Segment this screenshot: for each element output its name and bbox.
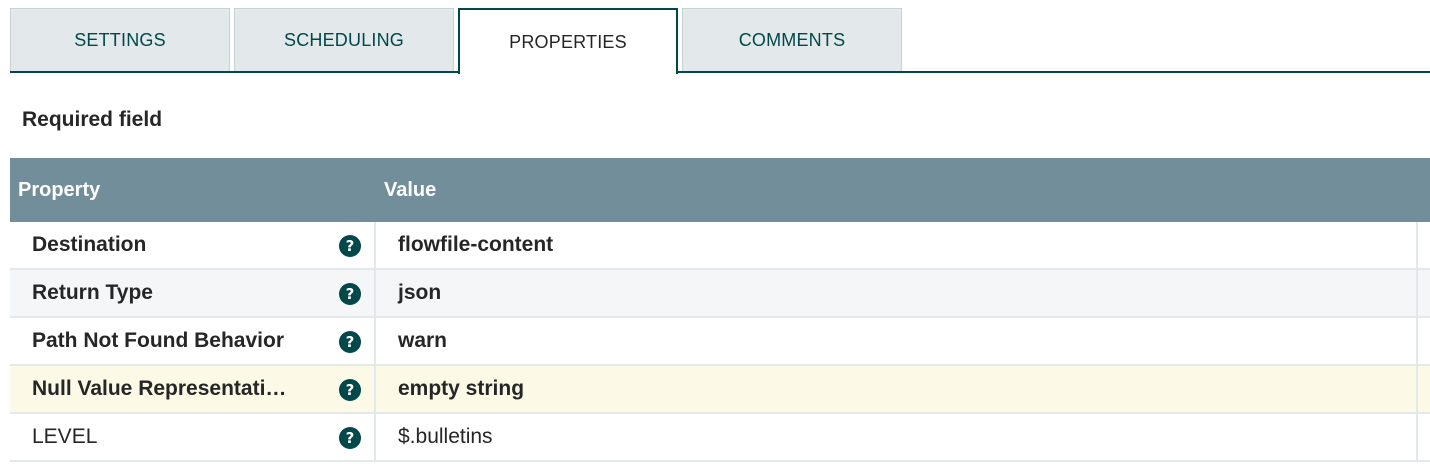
property-name: Null Value Representati…	[32, 377, 287, 400]
tab-settings[interactable]: SETTINGS	[10, 8, 230, 71]
property-value[interactable]: empty string	[376, 366, 1418, 412]
table-row[interactable]: Destination ? flowfile-content	[10, 222, 1430, 270]
property-name: Return Type	[32, 281, 153, 304]
tab-comments[interactable]: COMMENTS	[682, 8, 902, 71]
tab-properties[interactable]: PROPERTIES	[458, 8, 678, 74]
tab-scheduling[interactable]: SCHEDULING	[234, 8, 454, 71]
property-value[interactable]: flowfile-content	[376, 222, 1418, 268]
property-name-cell: LEVEL ?	[10, 414, 376, 460]
properties-table: Property Value Destination ? flowfile-co…	[10, 158, 1430, 462]
property-name: LEVEL	[32, 425, 98, 448]
table-row[interactable]: Path Not Found Behavior ? warn	[10, 318, 1430, 366]
question-circle-icon[interactable]: ?	[339, 331, 361, 353]
property-value[interactable]: warn	[376, 318, 1418, 364]
column-header-value[interactable]: Value	[376, 179, 436, 202]
property-value[interactable]: json	[376, 270, 1418, 316]
property-name-cell: Return Type ?	[10, 270, 376, 316]
question-circle-icon[interactable]: ?	[339, 235, 361, 257]
table-row[interactable]: Return Type ? json	[10, 270, 1430, 318]
property-name: Path Not Found Behavior	[32, 329, 284, 352]
property-name-cell: Destination ?	[10, 222, 376, 268]
processor-configuration-panel: SETTINGS SCHEDULING PROPERTIES COMMENTS …	[0, 0, 1430, 464]
question-circle-icon[interactable]: ?	[339, 283, 361, 305]
property-name-cell: Path Not Found Behavior ?	[10, 318, 376, 364]
question-circle-icon[interactable]: ?	[339, 427, 361, 449]
property-value[interactable]: $.bulletins	[376, 414, 1418, 460]
table-header: Property Value	[10, 158, 1430, 222]
property-name: Destination	[32, 233, 147, 256]
required-field-label: Required field	[22, 108, 163, 131]
property-name-cell: Null Value Representati… ?	[10, 366, 376, 412]
tab-bar: SETTINGS SCHEDULING PROPERTIES COMMENTS	[10, 8, 1430, 74]
column-header-property[interactable]: Property	[10, 179, 376, 202]
table-row-selected[interactable]: Null Value Representati… ? empty string	[10, 366, 1430, 414]
question-circle-icon[interactable]: ?	[339, 379, 361, 401]
tab-bar-underline	[10, 71, 1430, 73]
table-row[interactable]: LEVEL ? $.bulletins	[10, 414, 1430, 462]
